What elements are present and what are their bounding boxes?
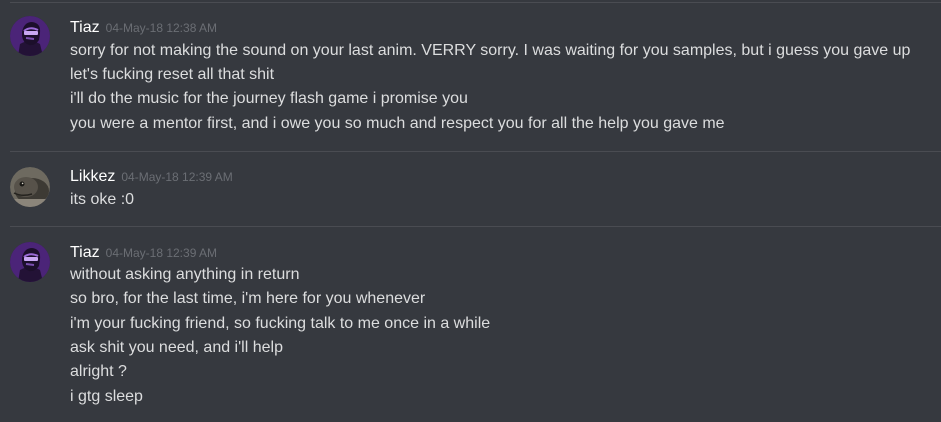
username[interactable]: Tiaz (70, 244, 100, 261)
message-divider (10, 151, 941, 152)
tiaz-avatar-icon (10, 242, 50, 282)
timestamp: 04-May-18 12:39 AM (121, 170, 233, 184)
message-line: so bro, for the last time, i'm here for … (70, 290, 426, 307)
chat-message-list: Tiaz 04-May-18 12:38 AM sorry for not mak… (0, 0, 941, 422)
message-line: let's fucking reset all that shit (70, 66, 275, 83)
message-header: Likkez 04-May-18 12:39 AM (70, 168, 233, 188)
message-divider (10, 2, 941, 3)
message-line: i'll do the music for the journey flash … (70, 90, 468, 107)
message-line: alright ? (70, 363, 127, 380)
timestamp: 04-May-18 12:38 AM (105, 21, 218, 35)
message-header: Tiaz 04-May-18 12:39 AM (70, 244, 217, 264)
message-line: i'm your fucking friend, so fucking talk… (70, 315, 491, 332)
message-line: you were a mentor first, and i owe you s… (70, 115, 725, 132)
tiaz-avatar-icon (10, 16, 50, 56)
message-header: Tiaz 04-May-18 12:38 AM (70, 19, 217, 39)
message-line: without asking anything in return (70, 266, 300, 283)
message-line: i gtg sleep (70, 388, 143, 405)
timestamp: 04-May-18 12:39 AM (105, 246, 218, 260)
likkez-avatar-icon (10, 167, 50, 207)
username[interactable]: Tiaz (70, 19, 100, 36)
avatar-tiaz[interactable] (10, 242, 50, 282)
message-line: its oke :0 (70, 191, 135, 208)
message-divider (10, 226, 941, 227)
avatar-tiaz[interactable] (10, 16, 50, 56)
message-line: sorry for not making the sound on your l… (70, 42, 911, 59)
avatar-likkez[interactable] (10, 167, 50, 207)
message-line: ask shit you need, and i'll help (70, 339, 283, 356)
username[interactable]: Likkez (70, 168, 115, 185)
